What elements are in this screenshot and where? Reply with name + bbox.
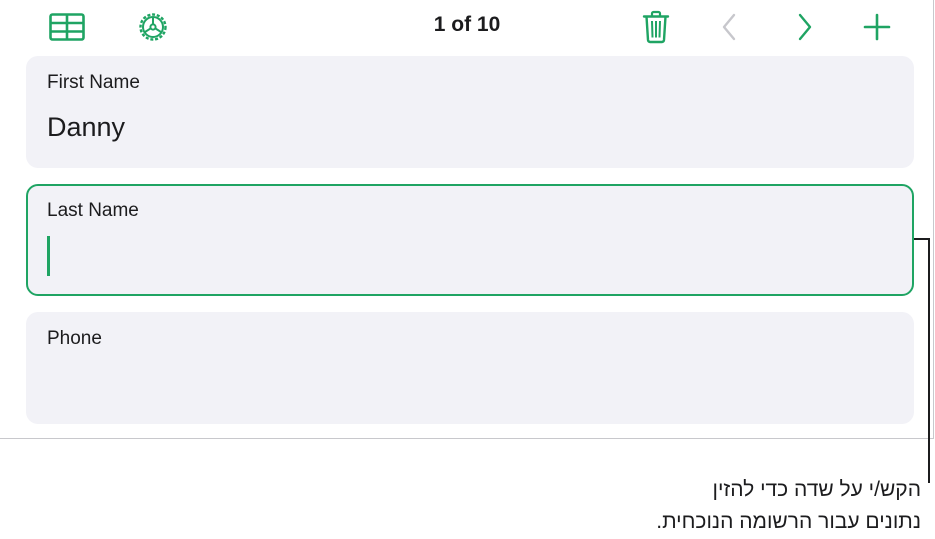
field-label: Phone bbox=[47, 328, 102, 349]
records-screen: 1 of 10 First Name Danny Last Name Phone bbox=[0, 0, 934, 439]
plus-icon bbox=[863, 13, 891, 41]
callout-line-1: הקש/י על שדה כדי להזין bbox=[712, 478, 921, 501]
phone-field[interactable]: Phone bbox=[26, 312, 914, 424]
toolbar: 1 of 10 bbox=[0, 0, 934, 54]
chevron-left-icon bbox=[722, 13, 736, 41]
chevron-right-icon bbox=[798, 13, 812, 41]
trash-icon bbox=[642, 10, 670, 44]
callout-line-2: נתונים עבור הרשומה הנוכחית. bbox=[656, 510, 921, 533]
text-cursor bbox=[47, 236, 50, 276]
field-label: Last Name bbox=[47, 200, 139, 221]
next-record-button[interactable] bbox=[794, 12, 816, 42]
delete-record-button[interactable] bbox=[641, 9, 671, 45]
first-name-field[interactable]: First Name Danny bbox=[26, 56, 914, 168]
callout-text: הקש/י על שדה כדי להזין נתונים עבור הרשומ… bbox=[501, 474, 921, 538]
field-label: First Name bbox=[47, 72, 140, 93]
last-name-field[interactable]: Last Name bbox=[26, 184, 914, 296]
callout-leader-horizontal bbox=[914, 238, 929, 240]
callout-leader-vertical bbox=[928, 238, 930, 483]
add-record-button[interactable] bbox=[862, 12, 892, 42]
field-value[interactable]: Danny bbox=[47, 112, 125, 143]
previous-record-button[interactable] bbox=[718, 12, 740, 42]
